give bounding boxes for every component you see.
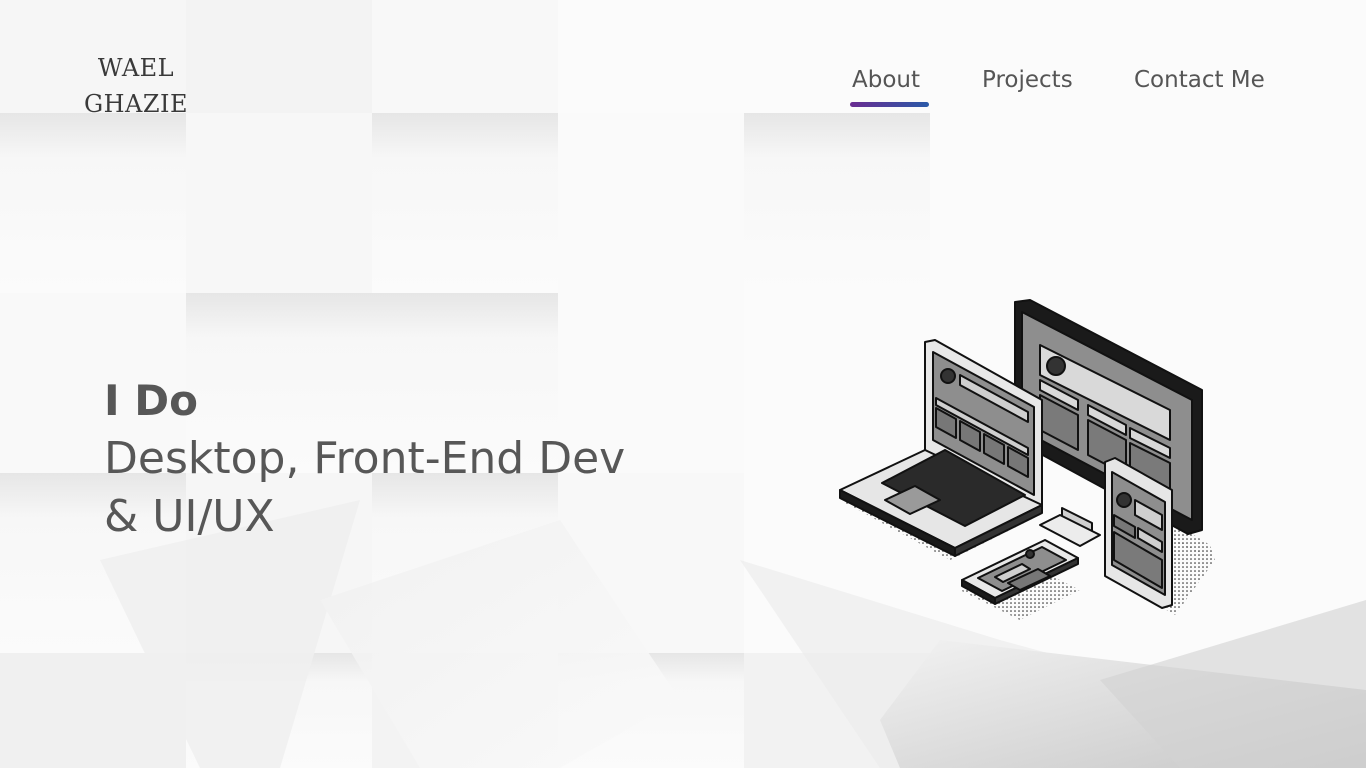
nav-active-underline (850, 102, 929, 107)
nav-link-projects[interactable]: Projects (982, 60, 1073, 100)
hero-line-1: Desktop, Front-End Dev (104, 433, 626, 484)
laptop (839, 339, 1043, 557)
hero-line-2: & UI/UX (104, 491, 275, 542)
nav-link-contact-me[interactable]: Contact Me (1134, 60, 1265, 100)
hero-heading: I Do (104, 376, 198, 425)
hero-text: I Do Desktop, Front-End Dev & UI/UX (104, 372, 625, 546)
main-nav: About Projects Contact Me (0, 60, 1366, 110)
devices-illustration-icon (839, 299, 1215, 620)
nav-link-about[interactable]: About (852, 60, 920, 100)
